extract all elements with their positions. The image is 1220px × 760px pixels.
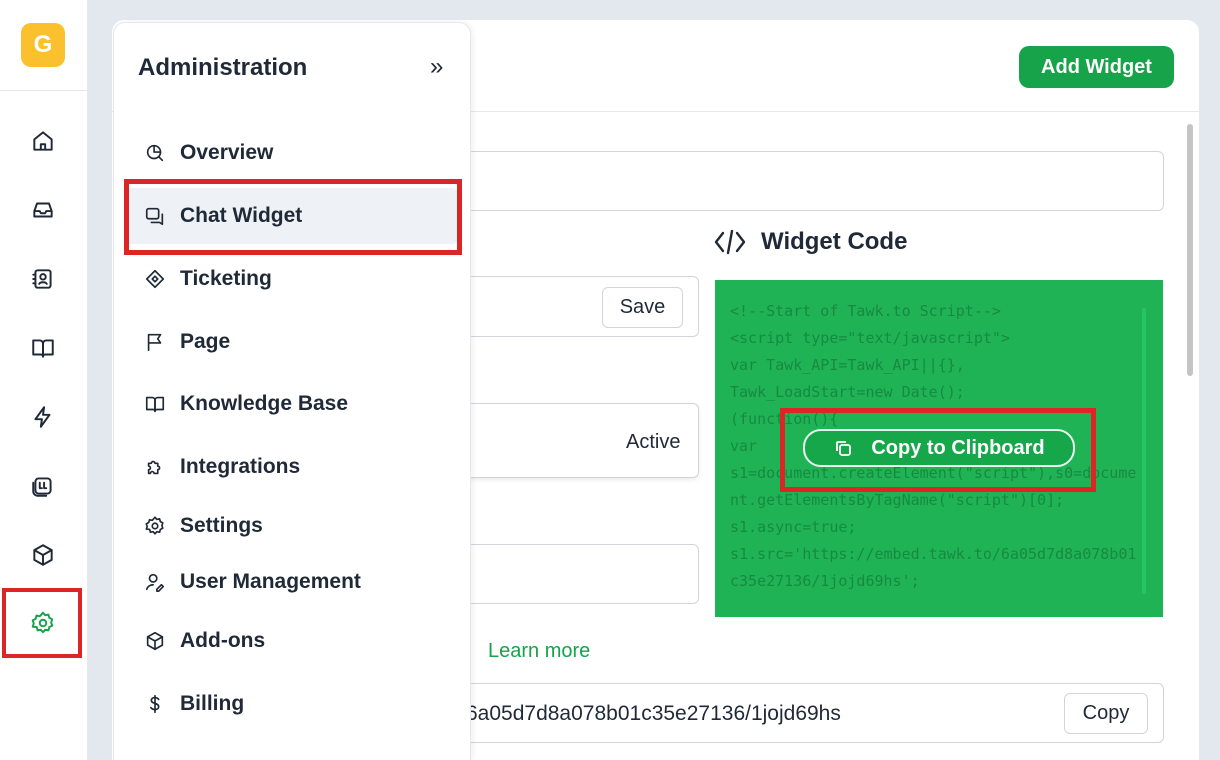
direct-link-text: 6a05d7d8a078b01c35e27136/1jojd69hs [466, 702, 841, 725]
admin-item-add-ons[interactable]: Add-ons [126, 613, 458, 669]
copy-highlight-box [780, 408, 1096, 492]
status-value: Active [626, 431, 681, 453]
admin-item-label: User Management [180, 570, 361, 593]
admin-title: Administration [138, 54, 308, 81]
overview-icon [146, 144, 164, 162]
admin-item-label: Settings [180, 514, 263, 537]
rail-item-contacts[interactable] [24, 260, 62, 298]
dollar-icon [150, 694, 160, 714]
admin-item-label: Add-ons [180, 629, 266, 652]
add-widget-button[interactable]: Add Widget [1019, 46, 1174, 88]
rail-item-addons[interactable] [24, 536, 62, 574]
lightning-icon [34, 406, 51, 428]
rail-item-reports[interactable] [24, 467, 62, 505]
rail-item-inbox[interactable] [24, 191, 62, 229]
rail-item-automation[interactable] [24, 398, 62, 436]
collapse-panel-button[interactable]: » [430, 55, 443, 79]
ticket-icon [145, 269, 165, 289]
admin-item-label: Knowledge Base [180, 392, 349, 415]
admin-item-label: Ticketing [180, 267, 272, 290]
left-rail: G [0, 0, 88, 760]
admin-item-overview[interactable]: Overview [126, 125, 458, 181]
status-select[interactable]: Active [452, 403, 699, 478]
admin-item-label: Billing [180, 692, 245, 715]
admin-item-billing[interactable]: Billing [126, 676, 458, 732]
admin-item-label: Integrations [180, 455, 301, 478]
admin-item-ticketing[interactable]: Ticketing [126, 251, 458, 307]
rail-item-knowledge[interactable] [24, 329, 62, 367]
copy-link-button[interactable]: Copy [1064, 693, 1148, 734]
admin-item-knowledge-base[interactable]: Knowledge Base [126, 376, 458, 432]
code-icon [714, 229, 746, 255]
rail-item-home[interactable] [24, 122, 62, 160]
code-scrollbar[interactable] [1142, 308, 1146, 594]
admin-item-label: Overview [180, 141, 274, 164]
menu-highlight-box [124, 179, 462, 255]
admin-item-page[interactable]: Page [126, 314, 458, 370]
rail-divider [0, 90, 88, 91]
cube-icon [33, 544, 53, 566]
admin-item-user-management[interactable]: User Management [126, 554, 458, 610]
app-logo[interactable]: G [21, 23, 65, 67]
book-icon [145, 396, 165, 413]
widget-code-heading: Widget Code [713, 228, 907, 256]
user-icon [145, 573, 165, 592]
flag-icon [147, 333, 162, 352]
contacts-icon [32, 269, 52, 289]
cube-icon [146, 631, 164, 651]
admin-item-label: Page [180, 330, 231, 353]
widget-name-input[interactable] [452, 151, 1164, 211]
inbox-icon [33, 202, 53, 218]
save-button[interactable]: Save [602, 287, 683, 328]
book-icon [32, 339, 54, 358]
chat-bubble-icon [32, 477, 52, 497]
administration-panel: Administration » Overview Chat Widget Ti… [113, 22, 471, 760]
admin-item-integrations[interactable]: Integrations [126, 439, 458, 495]
puzzle-icon [147, 460, 161, 475]
rail-highlight-box [2, 588, 82, 658]
gear-icon [145, 516, 164, 535]
widget-code-title: Widget Code [761, 228, 908, 255]
home-icon [33, 131, 53, 151]
admin-item-settings[interactable]: Settings [126, 498, 458, 554]
widget-text-input[interactable] [452, 544, 699, 604]
learn-more-link[interactable]: Learn more [488, 640, 590, 663]
main-scrollbar-thumb[interactable] [1187, 124, 1193, 376]
